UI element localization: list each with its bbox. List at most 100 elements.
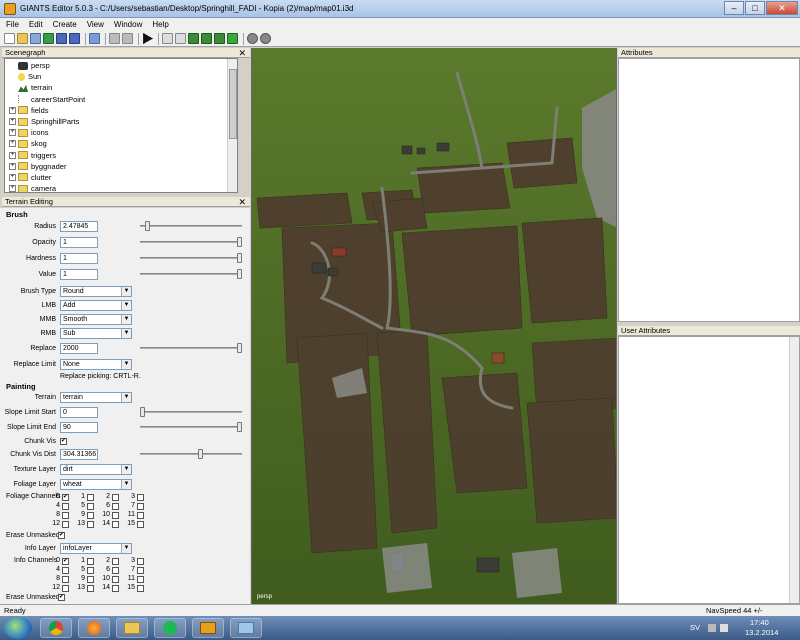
tree-item[interactable]: +careerStartPoint	[9, 94, 237, 105]
expand-icon[interactable]: +	[9, 140, 16, 148]
replace-field[interactable]: 2000	[60, 343, 98, 354]
refresh-icon[interactable]	[43, 33, 54, 44]
select-icon[interactable]	[162, 33, 173, 44]
undo-icon[interactable]	[109, 33, 120, 44]
chrome-icon[interactable]	[40, 618, 72, 638]
expand-icon[interactable]: +	[9, 173, 16, 181]
network-icon[interactable]	[708, 624, 716, 632]
brush-type-select[interactable]: Round ▼	[60, 286, 132, 297]
expand-icon[interactable]: +	[9, 118, 16, 126]
terrain-sculpt-icon[interactable]	[188, 33, 199, 44]
channel-checkbox[interactable]	[62, 567, 69, 574]
tree-item[interactable]: +terrain	[9, 82, 237, 93]
menu-edit[interactable]: Edit	[29, 20, 43, 29]
slope-end-slider[interactable]	[140, 422, 242, 432]
chunk-vis-checkbox[interactable]: ✔	[60, 438, 67, 445]
channel-checkbox[interactable]	[87, 503, 94, 510]
channel-checkbox[interactable]	[137, 503, 144, 510]
file-explorer-icon[interactable]	[116, 618, 148, 638]
expand-icon[interactable]: +	[9, 106, 16, 114]
menu-create[interactable]: Create	[53, 20, 77, 29]
tree-item[interactable]: + icons	[9, 127, 237, 138]
radius-slider[interactable]	[140, 221, 242, 231]
channel-checkbox[interactable]	[137, 567, 144, 574]
3d-viewport[interactable]: persp	[251, 48, 617, 604]
firefox-icon[interactable]	[78, 618, 110, 638]
foliage-layer-select[interactable]: wheat ▼	[60, 479, 132, 490]
clock-date[interactable]: 13.2.2014	[745, 628, 778, 637]
expand-icon[interactable]: +	[9, 162, 16, 170]
channel-checkbox[interactable]	[137, 521, 144, 528]
channel-checkbox[interactable]	[137, 585, 144, 592]
save-icon[interactable]	[56, 33, 67, 44]
channel-checkbox[interactable]	[137, 576, 144, 583]
mmb-select[interactable]: Smooth ▼	[60, 314, 132, 325]
move-icon[interactable]	[175, 33, 186, 44]
hardness-field[interactable]: 1	[60, 253, 98, 264]
channel-checkbox[interactable]	[62, 521, 69, 528]
tree-item[interactable]: +Sun	[9, 71, 237, 82]
spotify-icon[interactable]	[154, 618, 186, 638]
export-icon[interactable]	[89, 33, 100, 44]
tree-item[interactable]: +persp	[9, 60, 237, 71]
tree-item[interactable]: + byggnader	[9, 161, 237, 172]
chunk-vis-dist-slider[interactable]	[140, 449, 242, 459]
channel-checkbox[interactable]	[112, 576, 119, 583]
radius-field[interactable]: 2.47845	[60, 221, 98, 232]
redo-icon[interactable]	[122, 33, 133, 44]
channel-checkbox[interactable]	[112, 558, 119, 565]
play-icon[interactable]	[143, 33, 153, 44]
open-file-icon[interactable]	[17, 33, 28, 44]
tree-item[interactable]: + camera	[9, 183, 237, 192]
opacity-field[interactable]: 1	[60, 237, 98, 248]
menu-file[interactable]: File	[6, 20, 19, 29]
channel-checkbox[interactable]	[112, 567, 119, 574]
slope-start-slider[interactable]	[140, 407, 242, 417]
channel-checkbox[interactable]	[62, 585, 69, 592]
channel-checkbox[interactable]	[137, 494, 144, 501]
scenegraph-tree[interactable]: +persp+Sun+terrain+careerStartPoint+fiel…	[4, 58, 238, 193]
settings-icon[interactable]	[260, 33, 271, 44]
channel-checkbox[interactable]	[62, 576, 69, 583]
channel-checkbox[interactable]	[112, 521, 119, 528]
channel-checkbox[interactable]	[137, 512, 144, 519]
close-button[interactable]: ✕	[766, 1, 798, 15]
info-layer-select[interactable]: infoLayer ▼	[60, 543, 132, 554]
channel-checkbox[interactable]	[112, 503, 119, 510]
close-icon[interactable]: ✕	[238, 197, 246, 207]
channel-checkbox[interactable]	[87, 512, 94, 519]
expand-icon[interactable]: +	[9, 185, 16, 192]
value-field[interactable]: 1	[60, 269, 98, 280]
opacity-slider[interactable]	[140, 237, 242, 247]
tree-item[interactable]: + clutter	[9, 172, 237, 183]
user-attributes-scrollbar[interactable]	[789, 337, 799, 603]
channel-checkbox[interactable]	[112, 512, 119, 519]
replace-limit-select[interactable]: None ▼	[60, 359, 132, 370]
channel-checkbox[interactable]	[62, 512, 69, 519]
paint-icon[interactable]	[230, 618, 262, 638]
import-icon[interactable]	[30, 33, 41, 44]
save-as-icon[interactable]	[69, 33, 80, 44]
menu-view[interactable]: View	[87, 20, 104, 29]
slope-start-field[interactable]: 0	[60, 407, 98, 418]
foliage-paint-icon[interactable]	[214, 33, 225, 44]
channel-checkbox[interactable]	[87, 585, 94, 592]
rmb-select[interactable]: Sub ▼	[60, 328, 132, 339]
expand-icon[interactable]: +	[9, 151, 16, 159]
channel-checkbox[interactable]	[87, 567, 94, 574]
tree-item[interactable]: + triggers	[9, 150, 237, 161]
expand-icon[interactable]: +	[9, 129, 16, 137]
channel-checkbox[interactable]	[137, 558, 144, 565]
channel-checkbox[interactable]	[87, 576, 94, 583]
slope-end-field[interactable]: 90	[60, 422, 98, 433]
replace-slider[interactable]	[140, 343, 242, 353]
gear-icon[interactable]	[247, 33, 258, 44]
channel-checkbox[interactable]: ✔	[62, 558, 69, 565]
menu-help[interactable]: Help	[152, 20, 168, 29]
volume-icon[interactable]	[720, 624, 728, 632]
maximize-button[interactable]: □	[745, 1, 765, 15]
channel-checkbox[interactable]	[62, 503, 69, 510]
channel-checkbox[interactable]	[87, 494, 94, 501]
paint-terrain-select[interactable]: terrain ▼	[60, 392, 132, 403]
clock-time[interactable]: 17:40	[750, 618, 769, 627]
